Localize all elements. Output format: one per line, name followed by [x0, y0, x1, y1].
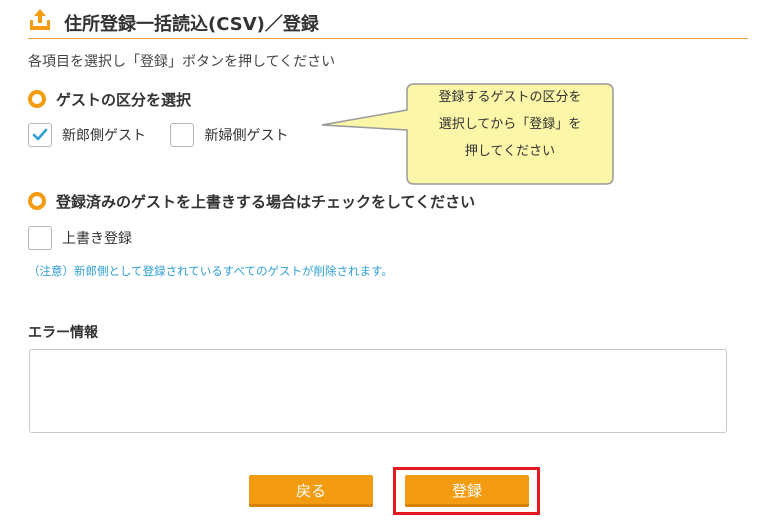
warning-note: （注意）新郎側として登録されているすべてのゲストが削除されます。	[28, 264, 393, 278]
csv-import-page: 住所登録一括読込(CSV)／登録 各項目を選択し「登録」ボタンを押してください …	[0, 0, 776, 532]
tooltip-line: 登録するゲストの区分を	[438, 90, 582, 105]
error-info-label: エラー情報	[28, 325, 98, 341]
back-button[interactable]: 戻る	[249, 475, 373, 507]
tooltip-text: 登録するゲストの区分を 選択してから「登録」を 押してください	[408, 84, 612, 165]
bullet-ring-icon	[28, 191, 46, 210]
overwrite-option[interactable]: 上書き登録	[28, 226, 132, 252]
error-info-box	[29, 349, 727, 433]
overwrite-checkbox[interactable]	[28, 226, 52, 250]
overwrite-label: 上書き登録	[62, 231, 132, 247]
overwrite-section-title: 登録済みのゲストを上書きする場合はチェックをしてください	[56, 193, 476, 211]
overwrite-section-heading: 登録済みのゲストを上書きする場合はチェックをしてください	[28, 191, 475, 213]
tooltip-line: 選択してから「登録」を	[438, 117, 582, 132]
overwrite-options: 上書き登録	[28, 226, 152, 252]
tooltip-line: 押してください	[464, 144, 556, 159]
register-button[interactable]: 登録	[405, 475, 529, 507]
